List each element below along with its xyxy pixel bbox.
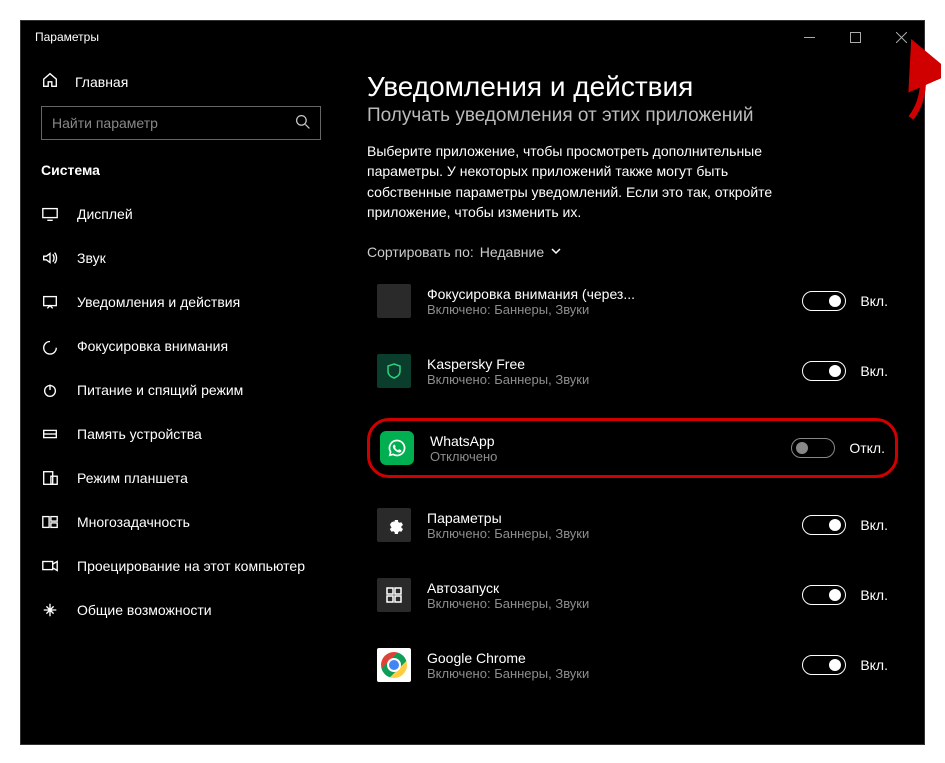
- notifications-icon: [41, 293, 59, 311]
- nav-label: Многозадачность: [77, 514, 190, 530]
- nav-multitask[interactable]: Многозадачность: [21, 500, 341, 544]
- home-button[interactable]: Главная: [21, 63, 341, 106]
- app-name: Автозапуск: [427, 580, 762, 596]
- nav-label: Проецирование на этот компьютер: [77, 558, 305, 574]
- sort-prefix: Сортировать по:: [367, 244, 474, 260]
- grid-icon: [377, 578, 411, 612]
- nav-label: Уведомления и действия: [77, 294, 240, 310]
- nav-label: Память устройства: [77, 426, 202, 442]
- nav-focus[interactable]: Фокусировка внимания: [21, 324, 341, 368]
- main-content: Уведомления и действия Получать уведомле…: [341, 53, 924, 744]
- toggle-label: Вкл.: [860, 587, 888, 603]
- app-sub: Включено: Баннеры, Звуки: [427, 372, 762, 387]
- app-sub: Включено: Баннеры, Звуки: [427, 302, 762, 317]
- nav-label: Общие возможности: [77, 602, 212, 618]
- app-text: Параметры Включено: Баннеры, Звуки: [427, 510, 762, 541]
- app-text: Kaspersky Free Включено: Баннеры, Звуки: [427, 356, 762, 387]
- settings-window: Параметры Главная Система: [20, 20, 925, 745]
- search-wrap: [41, 106, 321, 140]
- toggle-switch[interactable]: [802, 291, 846, 311]
- shared-icon: [41, 601, 59, 619]
- nav-shared[interactable]: Общие возможности: [21, 588, 341, 632]
- nav-power[interactable]: Питание и спящий режим: [21, 368, 341, 412]
- gear-icon: [377, 508, 411, 542]
- app-row-autoplay[interactable]: Автозапуск Включено: Баннеры, Звуки Вкл.: [367, 572, 898, 618]
- search-icon: [295, 114, 311, 134]
- power-icon: [41, 381, 59, 399]
- project-icon: [41, 557, 59, 575]
- window-title: Параметры: [35, 30, 786, 44]
- nav-storage[interactable]: Память устройства: [21, 412, 341, 456]
- app-icon: [377, 284, 411, 318]
- whatsapp-icon: [380, 431, 414, 465]
- toggle-switch[interactable]: [791, 438, 835, 458]
- toggle-switch[interactable]: [802, 585, 846, 605]
- tablet-icon: [41, 469, 59, 487]
- multitask-icon: [41, 513, 59, 531]
- app-row-whatsapp[interactable]: WhatsApp Отключено Откл.: [367, 418, 898, 478]
- toggle-switch[interactable]: [802, 361, 846, 381]
- home-icon: [41, 71, 59, 92]
- sort-value: Недавние: [480, 244, 544, 260]
- app-sub: Отключено: [430, 449, 759, 464]
- nav-label: Фокусировка внимания: [77, 338, 228, 354]
- storage-icon: [41, 425, 59, 443]
- section-description: Выберите приложение, чтобы просмотреть д…: [367, 141, 787, 222]
- app-list: Фокусировка внимания (через... Включено:…: [367, 278, 898, 678]
- app-text: Фокусировка внимания (через... Включено:…: [427, 286, 762, 317]
- app-name: WhatsApp: [430, 433, 759, 449]
- nav-label: Режим планшета: [77, 470, 188, 486]
- nav-notifications[interactable]: Уведомления и действия: [21, 280, 341, 324]
- nav-sound[interactable]: Звук: [21, 236, 341, 280]
- page-title: Уведомления и действия: [367, 71, 898, 103]
- app-text: Автозапуск Включено: Баннеры, Звуки: [427, 580, 762, 611]
- app-row-settings[interactable]: Параметры Включено: Баннеры, Звуки Вкл.: [367, 502, 898, 548]
- window-body: Главная Система Дисплей Звук Уведомления…: [21, 53, 924, 744]
- toggle-label: Вкл.: [860, 293, 888, 309]
- display-icon: [41, 205, 59, 223]
- app-text: Google Chrome Включено: Баннеры, Звуки: [427, 650, 762, 681]
- app-row-kaspersky[interactable]: Kaspersky Free Включено: Баннеры, Звуки …: [367, 348, 898, 394]
- minimize-button[interactable]: [786, 21, 832, 53]
- app-name: Параметры: [427, 510, 762, 526]
- toggle-label: Вкл.: [860, 363, 888, 379]
- app-sub: Включено: Баннеры, Звуки: [427, 596, 762, 611]
- app-icon: [377, 354, 411, 388]
- nav-tablet[interactable]: Режим планшета: [21, 456, 341, 500]
- nav-project[interactable]: Проецирование на этот компьютер: [21, 544, 341, 588]
- chrome-icon: [377, 648, 411, 682]
- chevron-down-icon: [550, 244, 562, 260]
- section-subtitle: Получать уведомления от этих приложений: [367, 105, 898, 127]
- search-input[interactable]: [41, 106, 321, 140]
- nav-label: Звук: [77, 250, 106, 266]
- app-sub: Включено: Баннеры, Звуки: [427, 526, 762, 541]
- sound-icon: [41, 249, 59, 267]
- nav-label: Питание и спящий режим: [77, 382, 243, 398]
- app-name: Фокусировка внимания (через...: [427, 286, 762, 302]
- maximize-button[interactable]: [832, 21, 878, 53]
- app-row-chrome[interactable]: Google Chrome Включено: Баннеры, Звуки В…: [367, 642, 898, 688]
- toggle-label: Откл.: [849, 440, 885, 456]
- sort-selector[interactable]: Сортировать по: Недавние: [367, 244, 898, 260]
- nav-label: Дисплей: [77, 206, 133, 222]
- sidebar-heading: Система: [21, 158, 341, 192]
- app-name: Kaspersky Free: [427, 356, 762, 372]
- app-text: WhatsApp Отключено: [430, 433, 759, 464]
- toggle-label: Вкл.: [860, 517, 888, 533]
- home-label: Главная: [75, 74, 128, 90]
- app-row-focus-assist[interactable]: Фокусировка внимания (через... Включено:…: [367, 278, 898, 324]
- toggle-switch[interactable]: [802, 655, 846, 675]
- titlebar: Параметры: [21, 21, 924, 53]
- toggle-switch[interactable]: [802, 515, 846, 535]
- focus-icon: [41, 337, 59, 355]
- app-sub: Включено: Баннеры, Звуки: [427, 666, 762, 681]
- nav-display[interactable]: Дисплей: [21, 192, 341, 236]
- toggle-label: Вкл.: [860, 657, 888, 673]
- sidebar: Главная Система Дисплей Звук Уведомления…: [21, 53, 341, 744]
- close-button[interactable]: [878, 21, 924, 53]
- app-name: Google Chrome: [427, 650, 762, 666]
